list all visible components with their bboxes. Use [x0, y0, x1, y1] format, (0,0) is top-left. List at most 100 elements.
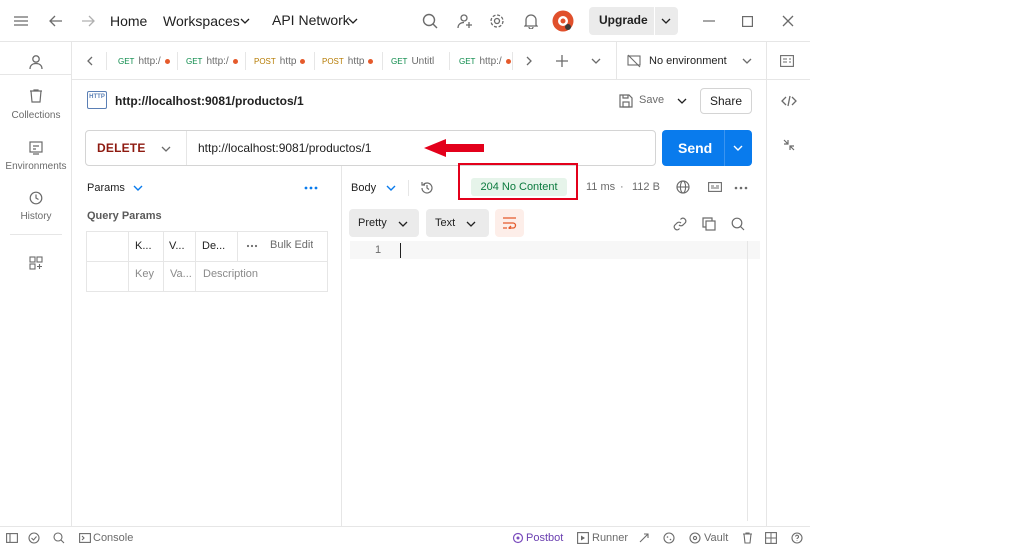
chevron-left-icon[interactable] — [83, 54, 97, 68]
wrap-lines-button[interactable] — [495, 209, 524, 237]
response-editor-line[interactable] — [350, 241, 760, 259]
more-options-icon[interactable] — [733, 183, 749, 193]
tab-request[interactable]: POST http — [254, 42, 314, 80]
search-icon[interactable] — [730, 216, 746, 232]
response-body-tab[interactable]: Body — [351, 182, 376, 194]
editor-scrollbar[interactable] — [747, 241, 748, 521]
grid-view-icon[interactable] — [764, 531, 778, 545]
tab-title: http — [347, 55, 365, 67]
more-options-icon[interactable] — [245, 242, 259, 250]
menu-icon[interactable] — [12, 13, 30, 29]
value-input[interactable]: Va... — [170, 268, 192, 280]
minimize-icon[interactable] — [701, 13, 717, 29]
search-icon[interactable] — [421, 12, 439, 30]
history-icon — [28, 190, 44, 206]
code-snippet-icon[interactable] — [780, 93, 798, 109]
response-size[interactable]: 112 B — [632, 181, 660, 193]
unsaved-dot — [232, 58, 238, 64]
chevron-down-icon[interactable] — [347, 15, 359, 27]
help-icon[interactable] — [790, 531, 804, 545]
console-icon — [78, 531, 92, 545]
chevron-down-icon[interactable] — [239, 15, 251, 27]
tab-title: http:/ — [479, 55, 502, 67]
runner-icon — [576, 531, 590, 545]
check-circle-icon[interactable] — [27, 531, 41, 545]
maximize-icon[interactable] — [739, 13, 755, 29]
key-input[interactable]: Key — [135, 268, 154, 280]
chevron-down-icon[interactable] — [731, 141, 745, 155]
more-options-icon[interactable] — [303, 183, 319, 193]
environment-quick-look-icon[interactable] — [778, 53, 796, 69]
share-button[interactable]: Share — [700, 88, 752, 114]
sidebar-item-history[interactable]: History — [0, 188, 72, 224]
gear-icon[interactable] — [488, 12, 506, 30]
user-icon[interactable] — [27, 53, 45, 71]
method-selector[interactable]: DELETE — [97, 141, 146, 155]
postbot-button[interactable]: Postbot — [526, 532, 563, 544]
link-icon[interactable] — [672, 216, 688, 232]
sidebar-item-collections[interactable]: Collections — [0, 86, 72, 122]
vault-button[interactable]: Vault — [704, 532, 728, 544]
tab-title: http — [279, 55, 297, 67]
save-button[interactable]: Save — [618, 91, 668, 111]
description-input[interactable]: Description — [203, 268, 258, 280]
collapse-arrows-icon[interactable] — [781, 137, 797, 153]
capture-requests-icon[interactable] — [637, 531, 651, 545]
content-type-selector[interactable]: Text — [426, 209, 489, 237]
sidebar-item-label: Collections — [11, 110, 61, 121]
history-icon[interactable] — [419, 180, 435, 196]
bulk-edit-link[interactable]: Bulk Edit — [270, 239, 313, 251]
format-selector[interactable]: Pretty — [349, 209, 419, 237]
send-button[interactable]: Send — [662, 130, 752, 166]
chevron-down-icon[interactable] — [660, 15, 672, 27]
nav-home[interactable]: Home — [110, 13, 147, 29]
response-time[interactable]: 11 ms — [586, 181, 615, 193]
pane-divider[interactable] — [341, 166, 342, 526]
search-icon[interactable] — [52, 531, 66, 545]
trash-can-icon[interactable] — [740, 531, 754, 545]
tab-separator — [449, 52, 450, 70]
no-environment-icon — [626, 53, 642, 69]
globe-icon[interactable] — [675, 179, 691, 195]
environment-selector[interactable]: No environment — [626, 42, 756, 80]
chevron-down-icon[interactable] — [675, 94, 689, 108]
runner-button[interactable]: Runner — [592, 532, 628, 544]
nav-workspaces[interactable]: Workspaces — [163, 13, 240, 29]
copy-icon[interactable] — [701, 216, 717, 232]
console-button[interactable]: Console — [93, 532, 133, 544]
tab-request[interactable]: GET http:/ — [459, 42, 511, 80]
chevron-down-icon[interactable] — [589, 54, 603, 68]
tab-request[interactable]: GET Untitl — [391, 42, 447, 80]
save-example-icon[interactable] — [707, 180, 723, 194]
avatar[interactable] — [552, 10, 574, 32]
upgrade-button[interactable]: Upgrade — [589, 7, 678, 35]
back-arrow-icon[interactable] — [47, 12, 65, 30]
params-tab[interactable]: Params — [87, 182, 125, 194]
tab-request[interactable]: GET http:/ — [118, 42, 176, 80]
chevron-down-icon[interactable] — [132, 182, 144, 194]
toggle-sidebar-icon[interactable] — [5, 531, 19, 545]
chevron-down-icon[interactable] — [159, 142, 173, 156]
bell-icon[interactable] — [522, 12, 540, 30]
invite-user-icon[interactable] — [456, 12, 474, 30]
column-header-key: K... — [135, 240, 152, 252]
chevron-right-icon[interactable] — [522, 54, 536, 68]
forward-arrow-icon[interactable] — [79, 12, 97, 30]
add-workspace-grid-icon[interactable] — [28, 255, 44, 271]
column-divider — [195, 232, 196, 291]
url-input[interactable]: http://localhost:9081/productos/1 — [198, 141, 371, 155]
cookies-icon[interactable] — [662, 531, 676, 545]
status-badge[interactable]: 204 No Content — [471, 178, 567, 196]
chevron-down-icon[interactable] — [385, 182, 397, 194]
table-row-divider — [87, 261, 327, 262]
nav-api-network[interactable]: API Network — [272, 12, 350, 28]
tab-request[interactable]: GET http:/ — [186, 42, 244, 80]
sidebar-item-environments[interactable]: Environments — [0, 138, 72, 174]
tab-request[interactable]: POST http — [322, 42, 382, 80]
upgrade-label: Upgrade — [599, 13, 648, 27]
close-icon[interactable] — [780, 13, 796, 29]
right-rail-divider — [766, 80, 767, 526]
plus-icon[interactable] — [554, 53, 570, 69]
query-params-table: K... V... De... Bulk Edit Key Va... Desc… — [86, 231, 328, 292]
request-title[interactable]: http://localhost:9081/productos/1 — [115, 94, 304, 108]
